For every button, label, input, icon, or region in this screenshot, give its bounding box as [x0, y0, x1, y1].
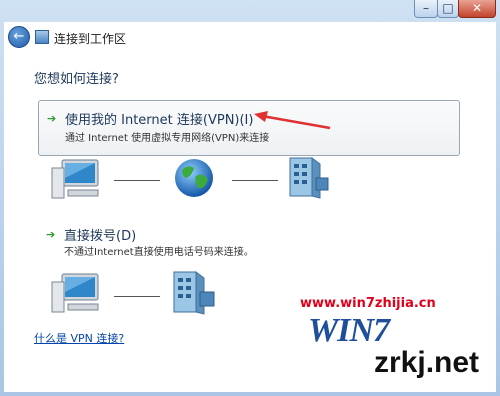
page-heading: 您想如何连接?	[34, 72, 119, 87]
server-icon	[289, 157, 329, 199]
minimize-button[interactable]: –	[414, 0, 438, 18]
close-button[interactable]: ✕	[458, 0, 496, 18]
watermark-url: www.win7zhijia.cn	[300, 296, 436, 311]
dial-option-title: 直接拨号(D)	[64, 229, 137, 244]
green-arrow-icon: ➔	[47, 112, 57, 125]
green-arrow-icon: ➔	[46, 228, 56, 241]
maximize-button[interactable]: □	[437, 0, 459, 18]
connection-line	[114, 296, 160, 297]
dial-option-button[interactable]: ➔ 直接拨号(D) 不通过Internet直接使用电话号码来连接。	[38, 222, 338, 258]
globe-icon	[175, 159, 213, 197]
title-bar: – □ ✕	[0, 0, 500, 24]
vpn-option-description: 通过 Internet 使用虚拟专用网络(VPN)来连接	[65, 133, 270, 144]
site-watermark: www.win7zhijia.cn WIN7 zrkj.net	[300, 296, 500, 396]
phone-server-icon	[173, 271, 215, 315]
red-annotation-arrow	[254, 111, 331, 130]
workplace-icon	[35, 30, 49, 44]
connection-line	[114, 180, 160, 181]
vpn-option-button[interactable]: ➔ 使用我的 Internet 连接(VPN)(I) 通过 Internet 使…	[38, 100, 460, 156]
vpn-option-title: 使用我的 Internet 连接(VPN)(I)	[65, 113, 254, 128]
back-arrow-icon[interactable]: ←	[8, 26, 30, 48]
what-is-vpn-link[interactable]: 什么是 VPN 连接?	[34, 330, 124, 346]
watermark-site: zrkj.net	[374, 346, 480, 379]
computer-icon	[51, 273, 99, 313]
window-title: 连接到工作区	[54, 32, 127, 46]
nav-bar: ← 连接到工作区	[4, 22, 496, 54]
computer-icon	[51, 159, 99, 199]
dial-option-description: 不通过Internet直接使用电话号码来连接。	[64, 247, 254, 258]
connection-line	[232, 180, 278, 181]
watermark-logo: WIN7	[308, 312, 390, 349]
